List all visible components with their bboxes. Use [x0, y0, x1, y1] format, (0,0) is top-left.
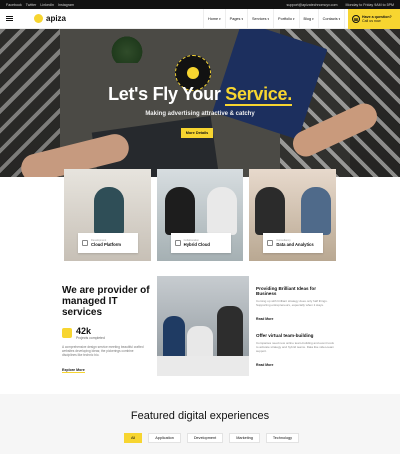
nav-item-contacts[interactable]: Contacts ▾ — [317, 9, 345, 28]
person-image — [255, 187, 286, 235]
person-image — [94, 187, 124, 235]
tab-application[interactable]: Application — [148, 433, 181, 443]
facebook-link[interactable]: Facebook — [6, 3, 22, 7]
cta-subtitle: Call us now — [362, 19, 381, 23]
person-image — [301, 187, 332, 235]
chevron-down-icon: ▾ — [292, 16, 295, 21]
hours-text: Monday to Friday 9AM to 5PM — [345, 2, 394, 7]
nav-item-home[interactable]: Home ▾ — [203, 9, 225, 28]
featured-title: Featured digital experiences — [130, 410, 270, 422]
nav-item-portfolio[interactable]: Portfolio ▾ — [273, 9, 298, 28]
nav-item-services[interactable]: Services ▾ — [246, 9, 273, 28]
chevron-down-icon: ▾ — [312, 16, 314, 21]
read-more-link[interactable]: Read More — [256, 363, 273, 367]
main-nav: Home ▾ Pages ▾ Services ▾ Portfolio ▾ Blog ▾ … — [203, 9, 364, 28]
plant-image — [108, 35, 146, 63]
about-paragraph: A comprehensive design service meeting b… — [62, 345, 144, 358]
table-image — [157, 356, 249, 376]
feature-text: Companies need new online team-building … — [256, 341, 335, 353]
more-details-button[interactable]: More Details — [181, 128, 213, 138]
hero-subtitle: Making advertising attractive & catchy — [145, 111, 255, 117]
team-photo — [157, 276, 249, 376]
read-more-link[interactable]: Read More — [256, 317, 273, 321]
service-cards: Development Cloud Platform Collaboration… — [64, 169, 337, 261]
tab-marketing[interactable]: Marketing — [229, 433, 260, 443]
filter-tabs: All Application Development Marketing Te… — [124, 433, 300, 443]
hero-title: Let's Fly Your Service. — [108, 84, 292, 106]
menu-icon[interactable] — [6, 15, 20, 22]
tab-technology[interactable]: Technology — [265, 433, 300, 443]
features-list: Providing Brilliant Ideas for Business C… — [256, 286, 336, 371]
chevron-down-icon: ▾ — [219, 16, 221, 21]
service-card[interactable]: Consultancy Data and Analytics — [249, 169, 337, 261]
logo-icon — [34, 14, 43, 23]
card-label: Consultancy Data and Analytics — [263, 233, 324, 253]
phone-icon: ☎ — [352, 15, 360, 23]
featured-section: Featured digital experiences All Applica… — [0, 394, 400, 454]
feature-item: Offer virtual team-building Companies ne… — [256, 333, 336, 371]
service-card[interactable]: Development Cloud Platform — [64, 169, 151, 261]
chevron-down-icon: ▾ — [267, 16, 270, 21]
stat-value: 42k — [76, 326, 92, 336]
tab-development[interactable]: Development — [186, 433, 224, 443]
about-section: We are provider of managed IT services 4… — [62, 285, 152, 376]
feature-title: Offer virtual team-building — [256, 333, 314, 338]
hybrid-icon — [174, 240, 181, 246]
analytics-icon — [267, 240, 274, 246]
cloud-icon — [82, 240, 88, 246]
twitter-link[interactable]: Twitter — [26, 3, 37, 7]
social-links: Facebook Twitter LinkedIn Instagram — [6, 3, 74, 7]
feature-title: Providing Brilliant Ideas for Business — [256, 286, 316, 296]
chevron-down-icon: ▾ — [338, 16, 341, 21]
site-logo[interactable]: apiza — [34, 14, 66, 23]
explore-more-link[interactable]: Explore More — [62, 368, 85, 373]
linkedin-link[interactable]: LinkedIn — [40, 3, 54, 7]
service-card[interactable]: Collaboration Hybrid Cloud — [156, 169, 244, 261]
instagram-link[interactable]: Instagram — [58, 3, 74, 7]
chevron-down-icon: ▾ — [241, 16, 243, 21]
top-bar: Facebook Twitter LinkedIn Instagram supp… — [0, 0, 400, 9]
call-us-box[interactable]: ☎ Have a question? Call us now — [348, 9, 400, 29]
card-label: Development Cloud Platform — [78, 233, 138, 253]
card-label: Collaboration Hybrid Cloud — [170, 233, 231, 253]
about-title: We are provider of managed IT services — [62, 285, 150, 318]
nav-item-pages[interactable]: Pages ▾ — [224, 9, 247, 28]
person-image — [164, 187, 195, 235]
nav-item-blog[interactable]: Blog ▾ — [298, 9, 318, 28]
site-header: apiza Home ▾ Pages ▾ Services ▾ Portfolio ▾ … — [0, 9, 400, 29]
person-image — [206, 187, 237, 235]
hero-section: Let's Fly Your Service. Making advertisi… — [0, 29, 400, 177]
logo-text: apiza — [46, 14, 67, 23]
stat-label: Projects completed — [76, 336, 105, 340]
email-link[interactable]: support@apizatechnomcyv.com — [287, 3, 338, 7]
feature-item: Providing Brilliant Ideas for Business C… — [256, 286, 336, 325]
feature-text: Coming up with brilliant strategy does o… — [256, 299, 328, 307]
top-contacts: support@apizatechnomcyv.com Monday to Fr… — [287, 3, 394, 7]
tab-all[interactable]: All — [124, 433, 143, 443]
projects-icon — [62, 328, 72, 338]
stat-block: 42k Projects completed — [62, 326, 152, 340]
